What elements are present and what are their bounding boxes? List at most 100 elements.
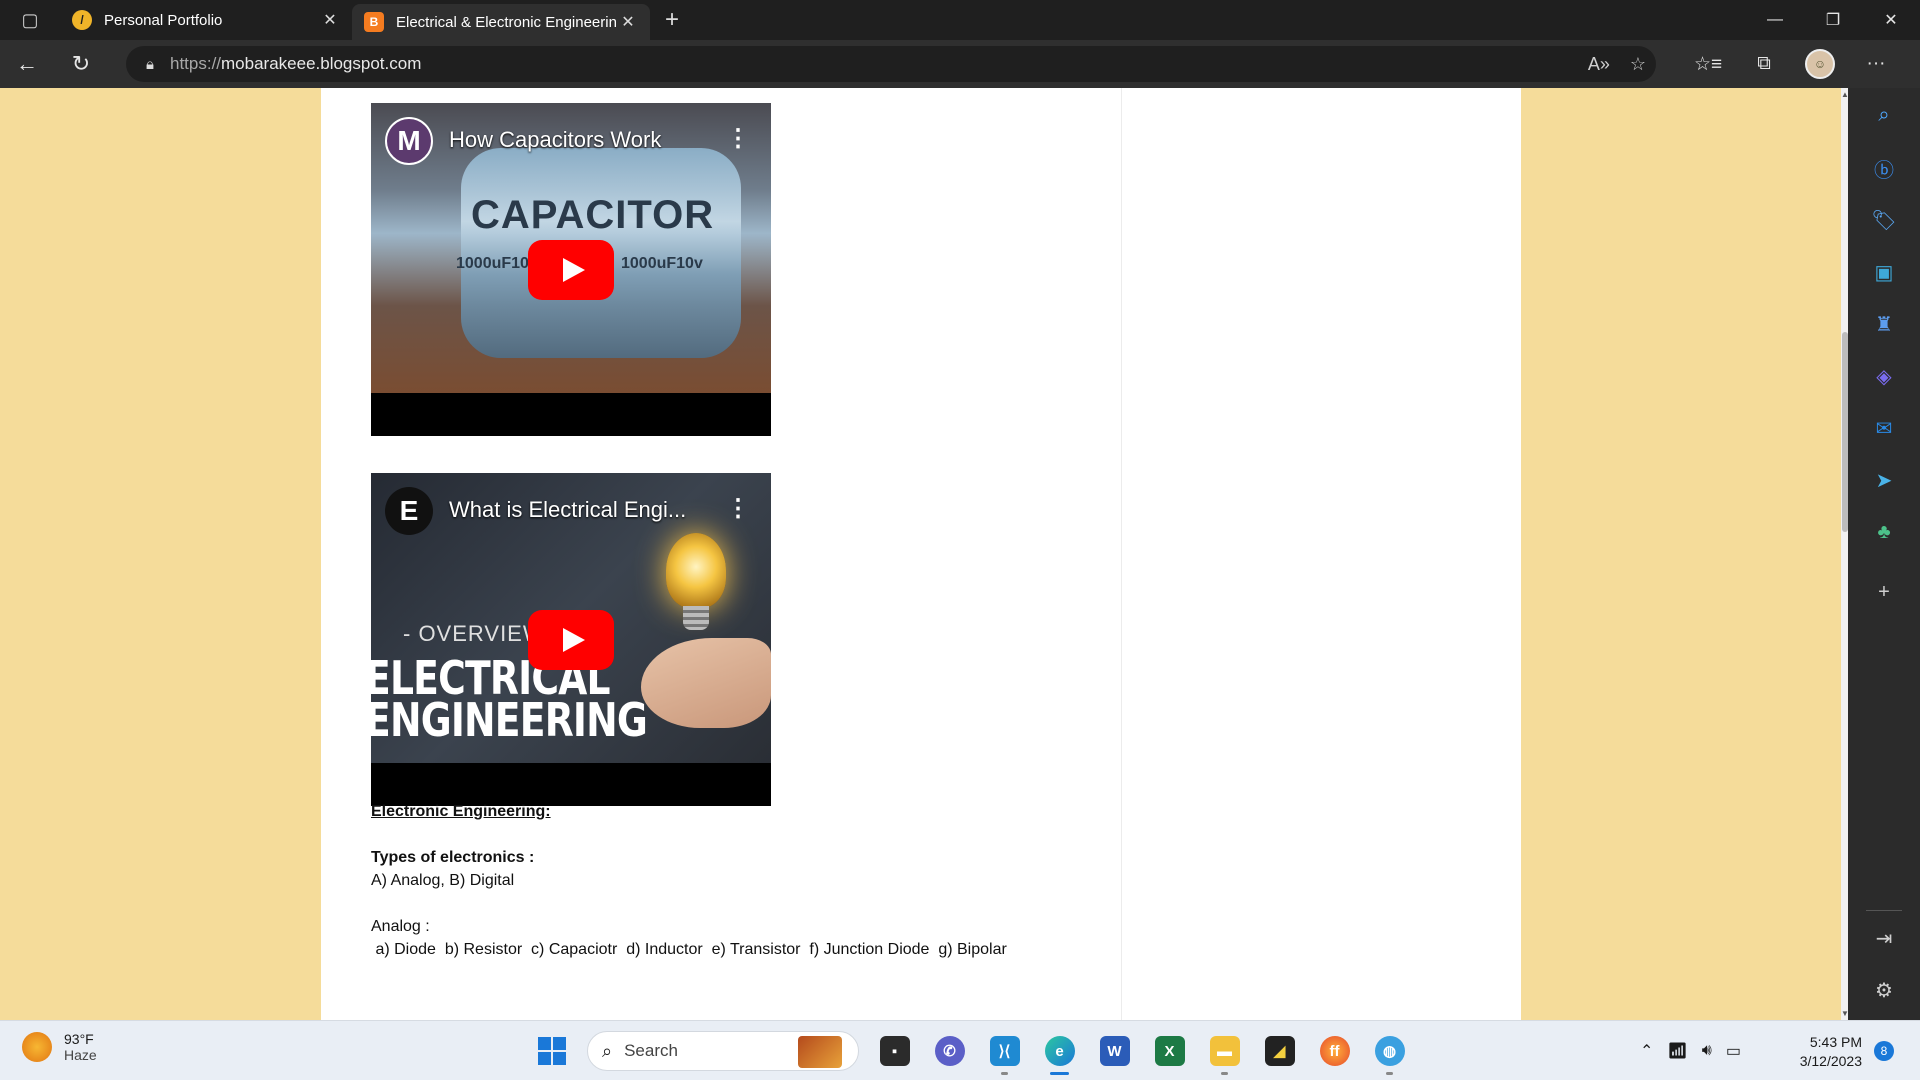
- browser-toolbar: ← ↻ 🔒︎ https://mobarakeee.blogspot.com A…: [0, 40, 1920, 88]
- search-label: Search: [624, 1041, 678, 1060]
- portfolio-icon: /: [72, 10, 92, 30]
- tab-personal-portfolio[interactable]: / Personal Portfolio ✕: [60, 0, 352, 40]
- edge-sidebar: ⌕ ⓑ 🏷︎ ▣ ♜ ◈ ✉ ➤ ♣ + ⇥ ⚙: [1848, 88, 1920, 1020]
- more-options-icon[interactable]: ···: [1848, 40, 1904, 88]
- folder-icon: ▬: [1209, 1036, 1240, 1066]
- column-divider: [1121, 88, 1122, 1020]
- youtube-embed-electrical-engineering[interactable]: - OVERVIEW - ELECTRICAL ENGINEERING E Wh…: [371, 473, 771, 806]
- video-menu-icon[interactable]: ⋮: [726, 491, 750, 527]
- system-tray: ⌃ 📶︎ 🔊︎ ▭: [1640, 1021, 1741, 1080]
- file-explorer-button[interactable]: ▬: [1197, 1027, 1252, 1075]
- start-button[interactable]: [525, 1027, 579, 1075]
- favorites-icon[interactable]: ☆≡: [1680, 40, 1736, 88]
- youtube-embed-capacitors[interactable]: CAPACITOR 1000uF10v 1000uF10v M How Capa…: [371, 103, 771, 436]
- play-button[interactable]: [528, 240, 614, 300]
- new-tab-button[interactable]: +: [650, 0, 694, 40]
- address-bar[interactable]: 🔒︎ https://mobarakeee.blogspot.com A» ☆: [126, 46, 1656, 82]
- drop-icon[interactable]: ➤: [1848, 458, 1920, 502]
- avatar: ☺: [1805, 49, 1835, 79]
- scroll-up-icon[interactable]: ▲: [1841, 90, 1849, 99]
- profile-avatar[interactable]: ☺: [1792, 40, 1848, 88]
- shopping-tag-icon[interactable]: 🏷︎: [1848, 198, 1920, 242]
- add-sidebar-app-icon[interactable]: +: [1848, 570, 1920, 614]
- minimize-icon[interactable]: —: [1746, 0, 1804, 40]
- windows-icon: [538, 1037, 566, 1065]
- url-scheme: https://: [169, 54, 222, 73]
- search-highlight-image: [798, 1036, 842, 1068]
- notification-badge[interactable]: 8: [1874, 1041, 1894, 1061]
- section-heading: Electronic Engineering:: [371, 803, 551, 820]
- network-app-button[interactable]: ◍: [1362, 1027, 1417, 1075]
- edge-button[interactable]: e: [1032, 1027, 1087, 1075]
- excel-button[interactable]: X: [1142, 1027, 1197, 1075]
- wifi-icon[interactable]: 📶︎: [1667, 1041, 1687, 1061]
- blog-content-area: CAPACITOR 1000uF10v 1000uF10v M How Capa…: [321, 88, 1521, 1020]
- taskbar-search[interactable]: ⌕ Search: [587, 1031, 859, 1071]
- battery-icon[interactable]: ▭: [1726, 1041, 1741, 1061]
- types-value: A) Analog, B) Digital: [371, 872, 515, 889]
- back-icon[interactable]: ←: [0, 40, 54, 88]
- search-icon[interactable]: ⌕: [1848, 93, 1920, 137]
- tab-actions-icon[interactable]: ▢: [0, 0, 60, 40]
- sidebar-divider: [1866, 910, 1902, 911]
- blogger-icon: B: [364, 12, 384, 32]
- weather-widget[interactable]: 93°F Haze: [22, 1031, 97, 1063]
- play-icon: [562, 628, 585, 652]
- clock-time: 5:43 PM: [1809, 1034, 1862, 1050]
- tree-icon[interactable]: ♣: [1848, 510, 1920, 554]
- thumbnail-subtext: 1000uF10v: [621, 255, 703, 272]
- games-icon[interactable]: ♜: [1848, 302, 1920, 346]
- page-scrollbar[interactable]: ▲ ▼: [1841, 88, 1849, 1020]
- video-menu-icon[interactable]: ⋮: [726, 121, 750, 157]
- lock-icon[interactable]: 🔒︎: [146, 56, 154, 73]
- scroll-down-icon[interactable]: ▼: [1841, 1009, 1849, 1018]
- tools-icon[interactable]: ▣: [1848, 250, 1920, 294]
- settings-icon[interactable]: ⚙: [1848, 968, 1920, 1012]
- taskbar-apps: ⌕ Search ▪ ✆ ⟩⟨ e W X ▬ ◢ ff ◍: [525, 1027, 1417, 1075]
- analog-list: a) Diode b) Resistor c) Capaciotr d) Ind…: [371, 941, 1007, 958]
- channel-logo[interactable]: E: [385, 487, 433, 535]
- weather-temp: 93°F: [64, 1031, 94, 1047]
- channel-logo[interactable]: M: [385, 117, 433, 165]
- restore-icon[interactable]: ❐: [1804, 0, 1862, 40]
- title-bar: ▢ / Personal Portfolio ✕ B Electrical & …: [0, 0, 1920, 40]
- sticky-notes-icon: ◢: [1264, 1036, 1295, 1066]
- thumbnail-text: ENGINEERING: [371, 693, 648, 747]
- sticky-notes-button[interactable]: ◢: [1252, 1027, 1307, 1075]
- close-tab-icon[interactable]: ✕: [616, 12, 640, 32]
- thumbnail-text: CAPACITOR: [471, 193, 715, 237]
- close-tab-icon[interactable]: ✕: [318, 10, 342, 30]
- video-title[interactable]: How Capacitors Work: [449, 127, 661, 153]
- teams-chat-button[interactable]: ✆: [922, 1027, 977, 1075]
- word-button[interactable]: W: [1087, 1027, 1142, 1075]
- weather-haze-icon: [22, 1032, 52, 1062]
- url-text[interactable]: https://mobarakeee.blogspot.com: [170, 54, 421, 74]
- task-view-button[interactable]: ▪: [867, 1027, 922, 1075]
- add-favorite-icon[interactable]: ☆: [1630, 54, 1646, 75]
- outlook-icon[interactable]: ✉: [1848, 406, 1920, 450]
- refresh-icon[interactable]: ↻: [54, 40, 108, 88]
- vscode-icon: ⟩⟨: [989, 1036, 1020, 1066]
- edge-icon: e: [1044, 1036, 1075, 1066]
- excel-icon: X: [1154, 1036, 1185, 1066]
- bing-chat-icon[interactable]: ⓑ: [1848, 146, 1920, 190]
- firefox-button[interactable]: ff: [1307, 1027, 1362, 1075]
- volume-icon[interactable]: 🔊︎: [1702, 1042, 1712, 1060]
- video-title[interactable]: What is Electrical Engi...: [449, 497, 686, 523]
- web-page: CAPACITOR 1000uF10v 1000uF10v M How Capa…: [0, 88, 1848, 1020]
- show-hidden-icons-icon[interactable]: ⌃: [1640, 1041, 1653, 1061]
- clock[interactable]: 5:43 PM 3/12/2023: [1770, 1033, 1862, 1071]
- tab-electrical-engineering[interactable]: B Electrical & Electronic Engineering ✕: [352, 4, 650, 40]
- play-icon: [562, 258, 585, 282]
- window-controls: — ❐ ✕: [1746, 0, 1920, 40]
- vscode-button[interactable]: ⟩⟨: [977, 1027, 1032, 1075]
- search-icon: ⌕: [602, 1040, 613, 1061]
- close-window-icon[interactable]: ✕: [1862, 0, 1920, 40]
- microsoft-365-icon[interactable]: ◈: [1848, 354, 1920, 398]
- hide-sidebar-icon[interactable]: ⇥: [1848, 916, 1920, 960]
- play-button[interactable]: [528, 610, 614, 670]
- collections-icon[interactable]: ⧉: [1736, 40, 1792, 88]
- weather-desc: Haze: [64, 1047, 97, 1063]
- tab-title: Personal Portfolio: [104, 11, 223, 29]
- read-aloud-icon[interactable]: A»: [1588, 54, 1610, 75]
